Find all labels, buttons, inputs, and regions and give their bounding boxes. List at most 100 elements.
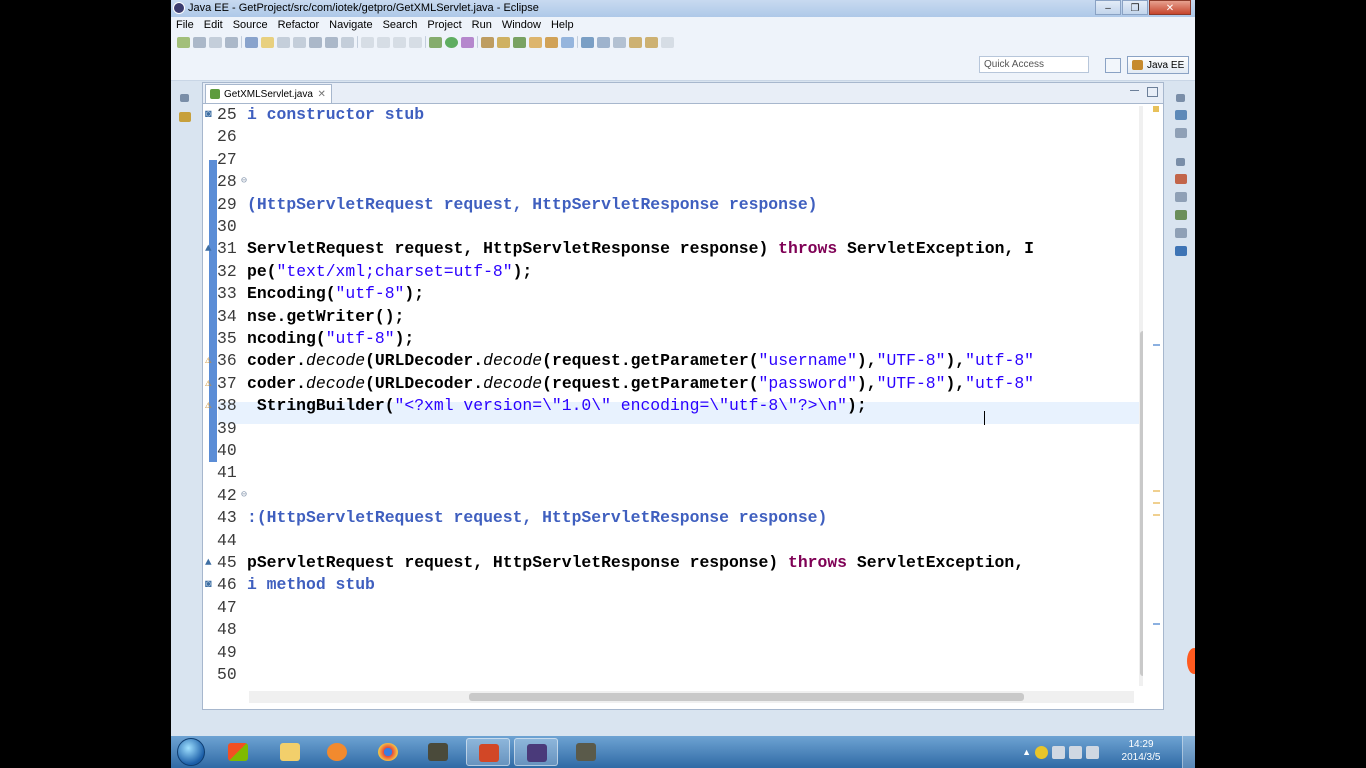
overview-ruler[interactable] [1150, 104, 1162, 689]
taskbar-app-terminal[interactable] [416, 738, 460, 766]
menu-help[interactable]: Help [546, 17, 579, 33]
vertical-scrollbar-thumb[interactable] [1140, 331, 1143, 676]
code-line[interactable]: ◙ 46 i method stub [203, 574, 1143, 596]
menu-edit[interactable]: Edit [199, 17, 228, 33]
block-selection-icon[interactable] [277, 36, 290, 48]
suspend-icon[interactable] [393, 36, 406, 48]
code-line[interactable]: ⚠ 36 coder.decode(URLDecoder.decode(reques… [203, 350, 1143, 372]
menu-run[interactable]: Run [467, 17, 497, 33]
maximize-button[interactable]: ❐ [1122, 0, 1148, 15]
fold-toggle-icon[interactable]: ⊖ [241, 485, 247, 507]
minimize-panel-icon[interactable] [1130, 90, 1139, 92]
console-icon[interactable] [1175, 246, 1187, 256]
taskbar-app-explorer[interactable] [268, 738, 312, 766]
forward-history-icon[interactable] [661, 36, 674, 48]
line-marker-icon[interactable]: ⚠ [205, 373, 212, 395]
code-line[interactable]: 39 [203, 418, 1143, 440]
code-line[interactable]: 44 [203, 530, 1143, 552]
data-source-explorer-icon[interactable] [1175, 228, 1187, 238]
code-line[interactable]: ▲ 45 pServletRequest request, HttpServletR… [203, 552, 1143, 574]
servers-icon[interactable] [1175, 210, 1187, 220]
save-icon[interactable] [193, 36, 206, 48]
taskbar-app-chrome[interactable] [366, 738, 410, 766]
taskbar-clock[interactable]: 14:29 2014/3/5 [1111, 738, 1171, 764]
tray-expand-icon[interactable]: ▲ [1022, 747, 1031, 757]
restore-icon[interactable] [1176, 158, 1185, 166]
menu-navigate[interactable]: Navigate [324, 17, 377, 33]
code-line[interactable]: 32 pe("text/xml;charset=utf-8"); [203, 261, 1143, 283]
properties-icon[interactable] [1175, 192, 1187, 202]
line-marker-icon[interactable]: ⚠ [205, 350, 212, 372]
code-line[interactable]: 49 [203, 642, 1143, 664]
code-line[interactable]: 33 Encoding("utf-8"); [203, 283, 1143, 305]
code-line[interactable]: 42 ⊖ [203, 485, 1143, 507]
new-package-icon[interactable] [497, 36, 510, 48]
web-browser-icon[interactable] [581, 36, 594, 48]
code-line[interactable]: 41 [203, 462, 1143, 484]
open-type-icon[interactable] [529, 36, 542, 48]
code-line[interactable]: 50 [203, 664, 1143, 686]
menu-file[interactable]: File [171, 17, 199, 33]
markers-icon[interactable] [1175, 174, 1187, 184]
previous-annotation-icon[interactable] [341, 36, 354, 48]
taskbar-app-player[interactable] [315, 738, 359, 766]
last-edit-location-icon[interactable] [613, 36, 626, 48]
code-line[interactable]: ⚠ 37 coder.decode(URLDecoder.decode(reques… [203, 373, 1143, 395]
save-all-icon[interactable] [209, 36, 222, 48]
code-line[interactable]: 27 [203, 149, 1143, 171]
screen-recorder-widget[interactable] [1187, 648, 1195, 674]
open-perspective-icon[interactable] [1105, 58, 1121, 73]
menu-refactor[interactable]: Refactor [273, 17, 325, 33]
taskbar-app-media[interactable] [216, 738, 260, 766]
line-marker-icon[interactable]: ⚠ [205, 395, 212, 417]
code-line[interactable]: ◙ 25 i constructor stub [203, 104, 1143, 126]
taskbar-app-tool[interactable] [564, 738, 608, 766]
new-icon[interactable] [177, 36, 190, 48]
new-java-project-icon[interactable] [481, 36, 494, 48]
task-list-icon[interactable] [1175, 128, 1187, 138]
code-line[interactable]: 30 [203, 216, 1143, 238]
taskbar-app-eclipse[interactable] [514, 738, 558, 766]
action-center-icon[interactable] [1052, 745, 1065, 759]
new-server-icon[interactable] [245, 36, 258, 48]
editor-tab-getxmlservlet[interactable]: GetXMLServlet.java ✕ [205, 84, 332, 103]
search-icon[interactable] [561, 36, 574, 48]
close-button[interactable]: ✕ [1149, 0, 1191, 15]
code-line[interactable]: 26 [203, 126, 1143, 148]
menu-window[interactable]: Window [497, 17, 546, 33]
volume-icon[interactable] [1086, 745, 1099, 759]
menu-search[interactable]: Search [378, 17, 423, 33]
debug-icon[interactable] [429, 36, 442, 48]
skip-breakpoints-icon[interactable] [361, 36, 374, 48]
pin-editor-icon[interactable] [597, 36, 610, 48]
vertical-scrollbar[interactable] [1139, 106, 1143, 686]
mark-occurrences-icon[interactable] [261, 36, 274, 48]
minimize-button[interactable]: ‒ [1095, 0, 1121, 15]
toggle-breadcrumb-icon[interactable] [309, 36, 322, 48]
code-line[interactable]: ⚠ 38 StringBuilder("<?xml version=\"1.0\"… [203, 395, 1143, 417]
taskbar-app-powerpoint[interactable] [466, 738, 510, 766]
horizontal-scrollbar-thumb[interactable] [469, 693, 1024, 701]
code-line[interactable]: 40 [203, 440, 1143, 462]
window-title-bar[interactable]: Java EE - GetProject/src/com/iotek/getpr… [171, 0, 1195, 17]
fold-toggle-icon[interactable]: ⊖ [241, 171, 247, 193]
menu-source[interactable]: Source [228, 17, 273, 33]
start-button[interactable] [177, 738, 205, 766]
show-whitespace-icon[interactable] [293, 36, 306, 48]
code-line[interactable]: 43:(HttpServletRequest request, HttpServ… [203, 507, 1143, 529]
code-line[interactable]: 48 [203, 619, 1143, 641]
perspective-java-ee-button[interactable]: Java EE [1127, 56, 1189, 74]
horizontal-scrollbar[interactable] [249, 691, 1134, 703]
external-tools-icon[interactable] [461, 36, 474, 48]
line-marker-icon[interactable]: ▲ [205, 238, 212, 260]
maximize-panel-icon[interactable] [1147, 87, 1158, 97]
package-explorer-icon[interactable] [179, 112, 191, 122]
restore-icon[interactable] [1176, 94, 1185, 102]
menu-project[interactable]: Project [422, 17, 466, 33]
code-editor[interactable]: ◙ 25 i constructor stub 26 27 28 ⊖ 29 (HttpServl… [203, 104, 1143, 689]
back-icon[interactable] [629, 36, 642, 48]
code-line[interactable]: 35 ncoding("utf-8"); [203, 328, 1143, 350]
restore-icon[interactable] [180, 94, 189, 102]
open-task-icon[interactable] [545, 36, 558, 48]
print-icon[interactable] [225, 36, 238, 48]
